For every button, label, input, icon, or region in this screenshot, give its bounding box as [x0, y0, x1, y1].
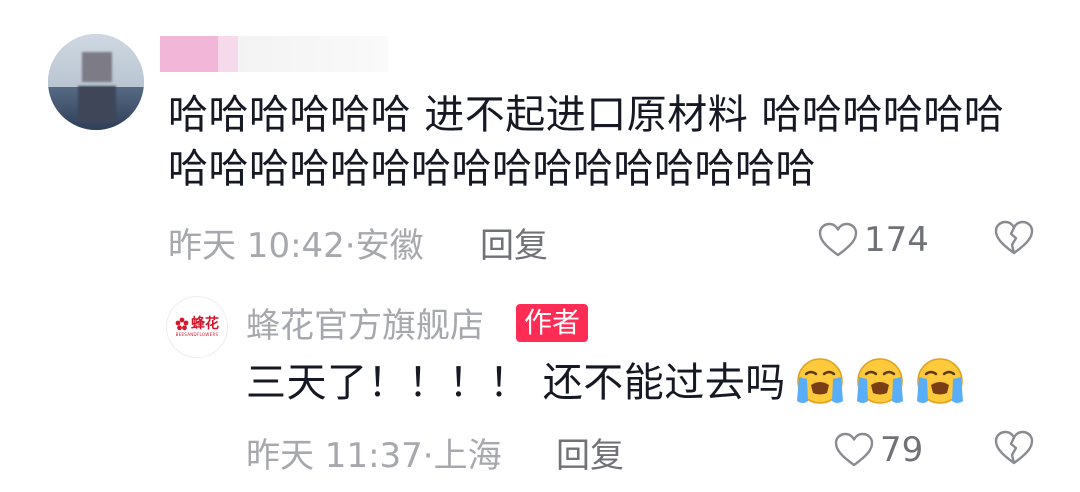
- like-count: 174: [864, 220, 929, 260]
- reply-button[interactable]: 回复: [480, 218, 548, 267]
- broken-heart-icon: [994, 220, 1034, 255]
- heart-outline-icon: [818, 222, 858, 257]
- comment-text: 哈哈哈哈哈哈 进不起进口原材料 哈哈哈哈哈哈 哈哈哈哈哈哈哈哈哈哈哈哈哈哈哈哈: [168, 88, 1048, 196]
- redaction-block: [238, 36, 388, 72]
- comment-meta: 昨天 10:42·安徽: [168, 218, 424, 267]
- like-button[interactable]: 79: [834, 430, 923, 470]
- reply-meta: 昨天 11:37·上海: [246, 428, 502, 477]
- broken-heart-icon: [994, 430, 1034, 465]
- emoji-group: [792, 357, 968, 409]
- brand-logo-subtext: BEESANDFLOWERS: [175, 332, 219, 337]
- brand-logo-text: 蜂花: [191, 316, 219, 332]
- comment-text-line: 哈哈哈哈哈哈哈哈哈哈哈哈哈哈哈哈: [168, 146, 816, 192]
- flower-icon: [175, 317, 189, 331]
- reply-text: 三天了！！！！ 还不能过去吗: [246, 356, 968, 410]
- loudly-crying-face-icon: [796, 358, 843, 404]
- dislike-button[interactable]: [994, 220, 1034, 260]
- reply-button[interactable]: 回复: [556, 428, 624, 477]
- dislike-button[interactable]: [994, 430, 1034, 470]
- heart-outline-icon: [834, 432, 874, 467]
- commenter-avatar[interactable]: [48, 34, 144, 130]
- redaction-block: [160, 36, 218, 72]
- commenter-username-redacted[interactable]: [160, 36, 390, 72]
- reply-time: 昨天 11:37·: [246, 436, 434, 476]
- comment-time: 昨天 10:42·: [168, 226, 356, 266]
- redaction-block: [218, 36, 238, 72]
- author-badge: 作者: [516, 304, 589, 342]
- reply-location: 上海: [433, 436, 502, 476]
- brand-logo: 蜂花: [175, 317, 219, 331]
- author-username[interactable]: 蜂花官方旗舰店: [246, 298, 484, 347]
- loudly-crying-face-icon: [916, 358, 963, 404]
- comment-text-line: 哈哈哈哈哈哈 进不起进口原材料 哈哈哈哈哈哈: [168, 92, 1005, 138]
- avatar-mosaic-body: [78, 86, 116, 122]
- like-button[interactable]: 174: [818, 220, 929, 260]
- reply-text-content: 三天了！！！！ 还不能过去吗: [246, 360, 786, 406]
- comment-location: 安徽: [355, 226, 424, 266]
- loudly-crying-face-icon: [856, 358, 903, 404]
- like-count: 79: [880, 430, 924, 470]
- avatar-mosaic-head: [82, 52, 112, 82]
- author-avatar[interactable]: 蜂花 BEESANDFLOWERS: [166, 296, 228, 358]
